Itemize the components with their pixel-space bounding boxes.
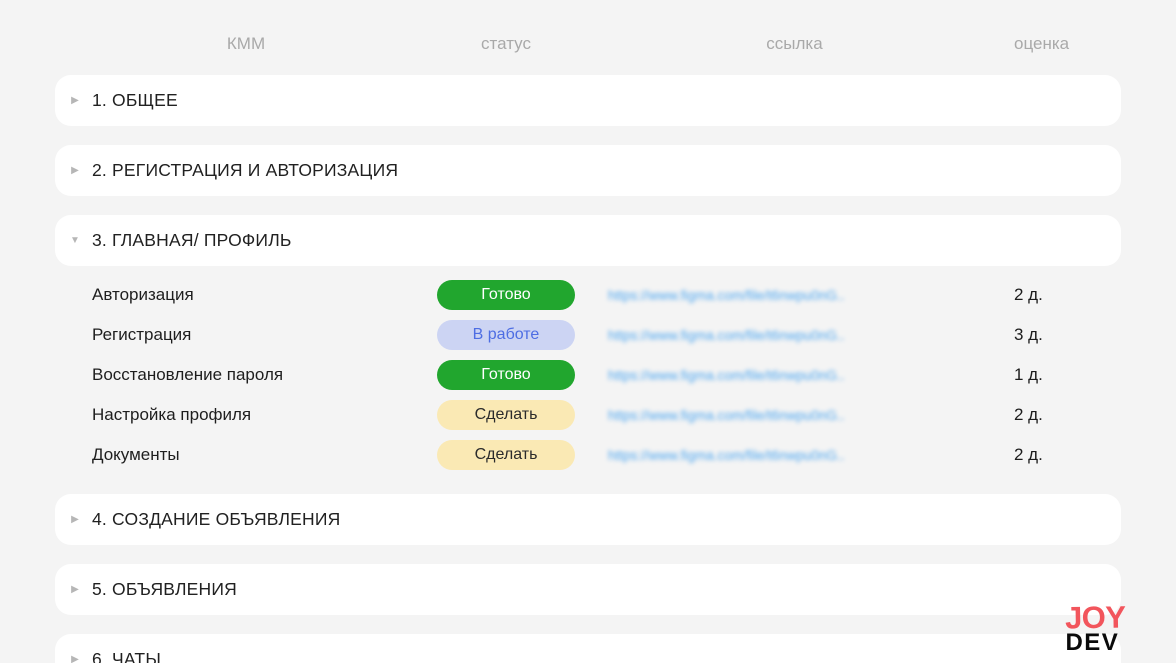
estimate-value: 2 д. [1014, 405, 1043, 424]
column-header-link: ссылка [766, 34, 823, 53]
figma-link[interactable]: https://www.figma.com/file/t6nwpu0nG.. [575, 368, 1014, 383]
section-title: 1. ОБЩЕЕ [92, 90, 178, 110]
task-name: Восстановление пароля [92, 365, 284, 384]
table-row: Авторизация Готово https://www.figma.com… [55, 275, 1121, 315]
chevron-right-icon: ▶ [71, 583, 79, 595]
task-name: Авторизация [92, 285, 194, 304]
task-name: Документы [92, 445, 180, 464]
task-name: Настройка профиля [92, 405, 252, 424]
figma-link[interactable]: https://www.figma.com/file/t6nwpu0nG.. [575, 328, 1014, 343]
task-tracker: КММ статус ссылка оценка ▶ 1. ОБЩЕЕ ▶ 2.… [55, 32, 1121, 663]
chevron-right-icon: ▶ [71, 513, 79, 525]
figma-link[interactable]: https://www.figma.com/file/t6nwpu0nG.. [575, 408, 1014, 423]
status-badge: Готово [437, 360, 575, 390]
estimate-value: 2 д. [1014, 445, 1043, 464]
joydev-logo-joy: JOY [1065, 599, 1127, 636]
estimate-value: 2 д. [1014, 285, 1043, 304]
table-row: Настройка профиля Сделать https://www.fi… [55, 395, 1121, 435]
section-3-task-list: Авторизация Готово https://www.figma.com… [55, 275, 1121, 475]
estimate-value: 3 д. [1014, 325, 1043, 344]
section-header-obyavleniya[interactable]: ▶ 5. ОБЪЯВЛЕНИЯ [55, 564, 1121, 615]
section-title: 3. ГЛАВНАЯ/ ПРОФИЛЬ [92, 230, 292, 250]
status-badge: В работе [437, 320, 575, 350]
figma-link[interactable]: https://www.figma.com/file/t6nwpu0nG.. [575, 448, 1014, 463]
column-header-status: статус [481, 34, 531, 53]
status-badge: Готово [437, 280, 575, 310]
section-title: 4. СОЗДАНИЕ ОБЪЯВЛЕНИЯ [92, 509, 341, 529]
column-header-kmm: КММ [226, 34, 266, 53]
section-header-glavnaya-profil[interactable]: ▼ 3. ГЛАВНАЯ/ ПРОФИЛЬ [55, 215, 1121, 266]
joydev-logo: JOY DEV [1065, 599, 1127, 655]
table-row: Регистрация В работе https://www.figma.c… [55, 315, 1121, 355]
section-header-chaty[interactable]: ▶ 6. ЧАТЫ [55, 634, 1121, 663]
chevron-down-icon: ▼ [70, 234, 80, 246]
status-badge: Сделать [437, 400, 575, 430]
status-badge: Сделать [437, 440, 575, 470]
section-title: 6. ЧАТЫ [92, 649, 162, 663]
figma-link[interactable]: https://www.figma.com/file/t6nwpu0nG.. [575, 288, 1014, 303]
chevron-right-icon: ▶ [71, 653, 79, 663]
section-header-sozdanie-obyavleniya[interactable]: ▶ 4. СОЗДАНИЕ ОБЪЯВЛЕНИЯ [55, 494, 1121, 545]
section-title: 5. ОБЪЯВЛЕНИЯ [92, 579, 237, 599]
table-row: Восстановление пароля Готово https://www… [55, 355, 1121, 395]
chevron-right-icon: ▶ [71, 164, 79, 176]
table-row: Документы Сделать https://www.figma.com/… [55, 435, 1121, 475]
section-title: 2. РЕГИСТРАЦИЯ И АВТОРИЗАЦИЯ [92, 160, 399, 180]
chevron-right-icon: ▶ [71, 94, 79, 106]
column-header-row: КММ статус ссылка оценка [55, 32, 1121, 56]
estimate-value: 1 д. [1014, 365, 1043, 384]
section-header-obshchee[interactable]: ▶ 1. ОБЩЕЕ [55, 75, 1121, 126]
column-header-estimate: оценка [1014, 34, 1070, 53]
section-header-registraciya[interactable]: ▶ 2. РЕГИСТРАЦИЯ И АВТОРИЗАЦИЯ [55, 145, 1121, 196]
task-name: Регистрация [92, 325, 192, 344]
